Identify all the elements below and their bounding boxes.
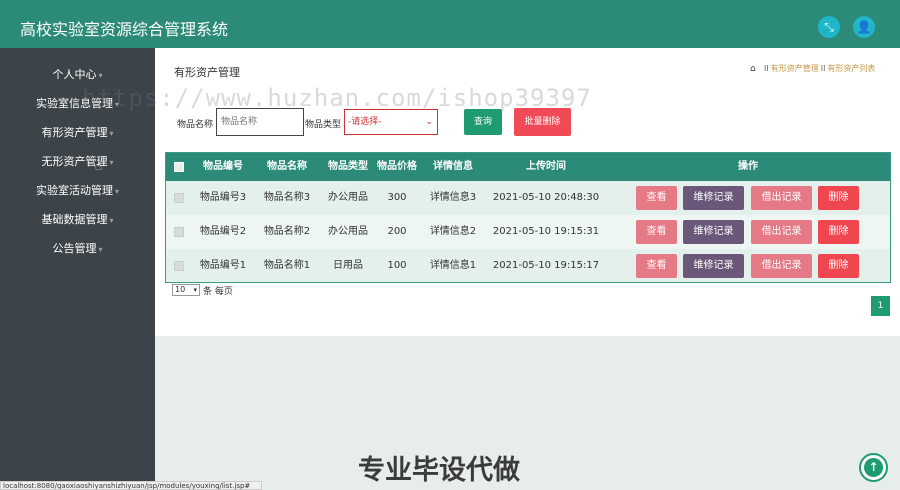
lend-record-button[interactable]: 借出记录 [751,254,812,278]
chevron-down-icon: ⌄ [425,117,433,127]
sidebar-item-lab-activities[interactable]: 实验室活动管理 ▾ [0,180,155,202]
expand-icon[interactable]: ⤡ [818,16,840,38]
cell-price: 100 [387,260,407,271]
column-header-detail: 详情信息 [433,161,473,172]
lend-record-button[interactable]: 借出记录 [751,186,812,210]
cell-time: 2021-05-10 19:15:17 [492,260,600,271]
cell-name: 物品名称2 [263,226,311,237]
browser-status-bar: localhost:8080/gaoxiaoshiyanshizhiyuan/j… [0,481,262,490]
cell-code: 物品编号3 [199,192,247,203]
column-header-name: 物品名称 [267,161,307,172]
sidebar-item-base-data[interactable]: 基础数据管理 ▾ [0,209,155,231]
delete-button[interactable]: 删除 [818,220,859,244]
sidebar-item-personal-center[interactable]: 个人中心 ▾ [0,64,155,86]
cell-name: 物品名称3 [263,192,311,203]
view-button[interactable]: 查看 [636,254,677,278]
batch-delete-button[interactable]: 批量删除 [514,108,571,136]
watermark-caption: 专业毕设代做 [358,455,520,486]
column-header-type: 物品类型 [328,161,368,172]
cell-detail: 详情信息1 [429,260,477,271]
page-size-select[interactable]: 10 ▾ [172,284,200,296]
repair-record-button[interactable]: 维修记录 [683,254,744,278]
cell-time: 2021-05-10 19:15:31 [492,226,600,237]
sidebar: 个人中心 ▾ 实验室信息管理 ▾ 有形资产管理 ▾ 无形资产管理 ▾ 实验室活动管理 ▾ … [0,48,155,490]
cell-price: 300 [387,192,407,203]
column-header-time: 上传时间 [526,161,566,172]
cell-detail: 详情信息3 [429,192,477,203]
table-row: 物品编号3 物品名称3 办公用品 300 详情信息3 2021-05-10 20… [166,181,890,215]
query-button[interactable]: 查询 [464,109,502,135]
cell-type: 办公用品 [328,226,368,237]
column-header-price: 物品价格 [377,161,417,172]
user-icon[interactable]: 👤 [853,16,875,38]
name-field-label: 物品名称 [177,120,214,130]
scroll-to-top-button[interactable]: ↑ [859,453,888,482]
column-header-code: 物品编号 [203,161,243,172]
item-type-select[interactable]: -请选择- ⌄ [344,109,438,135]
chevron-down-icon: ▾ [109,129,114,138]
mouse-cursor-icon: ☝ [95,159,103,173]
lend-record-button[interactable]: 借出记录 [751,220,812,244]
cell-detail: 详情信息2 [429,226,477,237]
asset-table: 物品编号 物品名称 物品类型 物品价格 详情信息 上传时间 操作 物品编号3 物… [165,152,891,283]
cell-code: 物品编号2 [199,226,247,237]
arrow-up-icon: ↑ [864,458,883,477]
row-checkbox[interactable] [174,261,184,271]
chevron-down-icon: ▾ [98,71,103,80]
cell-price: 200 [387,226,407,237]
delete-button[interactable]: 删除 [818,254,859,278]
table-row: 物品编号1 物品名称1 日用品 100 详情信息1 2021-05-10 19:… [166,249,890,283]
sidebar-item-announcements[interactable]: 公告管理 ▾ [0,238,155,260]
view-button[interactable]: 查看 [636,220,677,244]
chevron-down-icon: ▾ [114,187,119,196]
cell-type: 日用品 [333,260,363,271]
breadcrumb-item-asset-list: 有形资产列表 [827,64,876,73]
page-number-button[interactable]: 1 [871,296,890,316]
watermark-url: https://www.huzhan.com/ishop39397 [82,84,592,112]
column-header-actions: 操作 [738,161,758,172]
app-title: 高校实验室资源综合管理系统 [20,20,229,39]
repair-record-button[interactable]: 维修记录 [683,186,744,210]
cell-type: 办公用品 [328,192,368,203]
sidebar-item-intangible-assets[interactable]: 无形资产管理 ▾ [0,151,155,173]
view-button[interactable]: 查看 [636,186,677,210]
chevron-down-icon: ▾ [193,286,197,294]
table-row: 物品编号2 物品名称2 办公用品 200 详情信息2 2021-05-10 19… [166,215,890,249]
cell-time: 2021-05-10 20:48:30 [492,192,600,203]
repair-record-button[interactable]: 维修记录 [683,220,744,244]
type-field-label: 物品类型 [305,120,342,130]
page-size-label: 条 每页 [203,287,233,297]
chevron-down-icon: ▾ [109,216,114,225]
cell-name: 物品名称1 [263,260,311,271]
row-checkbox[interactable] [174,193,184,203]
sidebar-item-tangible-assets[interactable]: 有形资产管理 ▾ [0,122,155,144]
page-title: 有形资产管理 [174,66,240,79]
chevron-down-icon: ▾ [109,158,114,167]
home-icon[interactable]: ⌂ [750,64,760,74]
row-checkbox[interactable] [174,227,184,237]
chevron-down-icon: ▾ [98,245,103,254]
breadcrumb: ⌂ II 有形资产管理 II 有形资产列表 [750,64,876,74]
cell-code: 物品编号1 [199,260,247,271]
content-background [155,336,900,490]
item-name-input[interactable] [216,108,304,136]
delete-button[interactable]: 删除 [818,186,859,210]
top-bar: 高校实验室资源综合管理系统 ⤡ 👤 [0,0,900,48]
breadcrumb-item-tangible-assets[interactable]: 有形资产管理 [771,64,819,73]
table-header: 物品编号 物品名称 物品类型 物品价格 详情信息 上传时间 操作 [166,153,890,181]
select-all-checkbox[interactable] [174,162,184,172]
